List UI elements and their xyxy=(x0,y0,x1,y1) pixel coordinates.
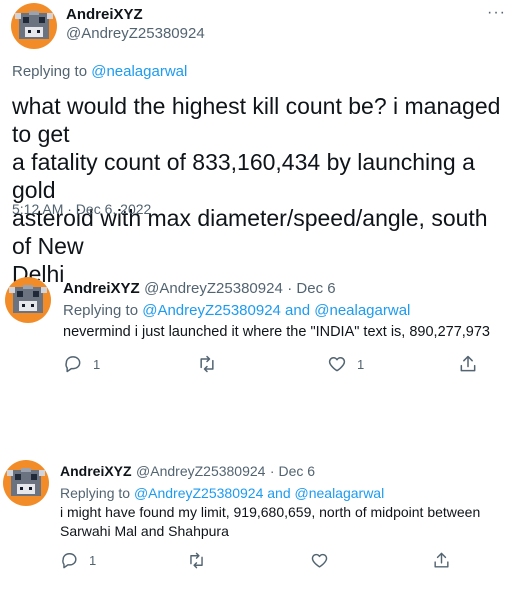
main-text-line: a fatality count of 833,160,434 by launc… xyxy=(12,149,475,203)
reply-bubble-icon xyxy=(65,356,81,373)
reply2-text-line: i might have found my limit, 919,680,659… xyxy=(60,504,481,520)
replying-to-link[interactable]: @nealagarwal xyxy=(295,485,385,501)
main-avatar[interactable] xyxy=(11,3,57,49)
reply1-like-button[interactable]: 1 xyxy=(327,354,364,374)
reply1-author-name[interactable]: AndreiXYZ xyxy=(63,280,140,297)
replying-and: and xyxy=(280,302,315,319)
reply2-retweet-button[interactable] xyxy=(187,551,216,570)
retweet-icon xyxy=(190,552,203,569)
main-tweet-text: what would the highest kill count be? i … xyxy=(12,92,512,288)
heart-icon xyxy=(328,357,346,372)
reply1-avatar[interactable] xyxy=(5,277,51,323)
pixel-cow-avatar-icon xyxy=(5,277,51,323)
reply1-author-handle[interactable]: @AndreyZ25380924 xyxy=(144,280,283,297)
share-icon xyxy=(434,552,449,568)
replying-to-link[interactable]: @AndreyZ25380924 xyxy=(142,302,281,319)
reply1-share-button[interactable] xyxy=(458,354,478,374)
main-author-handle[interactable]: @AndreyZ25380924 xyxy=(66,25,205,42)
reply2-date[interactable]: · Dec 6 xyxy=(270,463,315,479)
main-text-line: what would the highest kill count be? i … xyxy=(12,93,501,147)
share-icon xyxy=(460,355,476,372)
main-timestamp[interactable]: 5:12 AM · Dec 6, 2022 xyxy=(12,201,151,217)
pixel-cow-avatar-icon xyxy=(3,460,49,506)
reply2-reply-count: 1 xyxy=(89,553,97,568)
replying-to-link[interactable]: @AndreyZ25380924 xyxy=(134,485,263,501)
reply2-header: AndreiXYZ @AndreyZ25380924 · Dec 6 xyxy=(60,463,315,481)
reply2-like-button[interactable] xyxy=(310,551,339,570)
replying-and: and xyxy=(263,485,295,501)
pixel-cow-avatar-icon xyxy=(11,3,57,49)
retweet-icon xyxy=(200,355,214,373)
reply2-avatar[interactable] xyxy=(3,460,49,506)
reply2-text-line: Sarwahi Mal and Shahpura xyxy=(60,523,229,539)
replying-to-link[interactable]: @nealagarwal xyxy=(314,302,410,319)
reply-bubble-icon xyxy=(62,553,77,569)
replying-to-link[interactable]: @nealagarwal xyxy=(91,63,187,80)
reply1-text: nevermind i just launched it where the "… xyxy=(63,324,490,340)
reply2-share-button[interactable] xyxy=(432,551,451,570)
reply1-like-count: 1 xyxy=(357,356,365,372)
more-dots-icon[interactable]: ··· xyxy=(487,4,506,22)
reply2-replying-to: Replying to @AndreyZ25380924 and @nealag… xyxy=(60,483,384,503)
main-replying-to: Replying to @nealagarwal xyxy=(12,62,187,82)
replying-prefix: Replying to xyxy=(60,485,134,501)
reply2-reply-button[interactable]: 1 xyxy=(60,551,96,570)
reply2-text: i might have found my limit, 919,680,659… xyxy=(60,503,480,541)
heart-icon xyxy=(311,553,328,568)
reply1-retweet-button[interactable] xyxy=(197,354,227,374)
reply1-replying-to: Replying to @AndreyZ25380924 and @nealag… xyxy=(63,301,410,321)
reply1-date[interactable]: · Dec 6 xyxy=(287,280,335,297)
main-author-name[interactable]: AndreiXYZ xyxy=(66,6,143,23)
reply2-author-handle[interactable]: @AndreyZ25380924 xyxy=(136,463,265,479)
reply1-reply-count: 1 xyxy=(93,356,101,372)
replying-prefix: Replying to xyxy=(12,63,92,80)
reply1-reply-button[interactable]: 1 xyxy=(63,354,100,374)
reply2-author-name[interactable]: AndreiXYZ xyxy=(60,463,132,479)
replying-prefix: Replying to xyxy=(63,302,143,319)
reply1-header: AndreiXYZ @AndreyZ25380924 · Dec 6 xyxy=(63,280,336,298)
